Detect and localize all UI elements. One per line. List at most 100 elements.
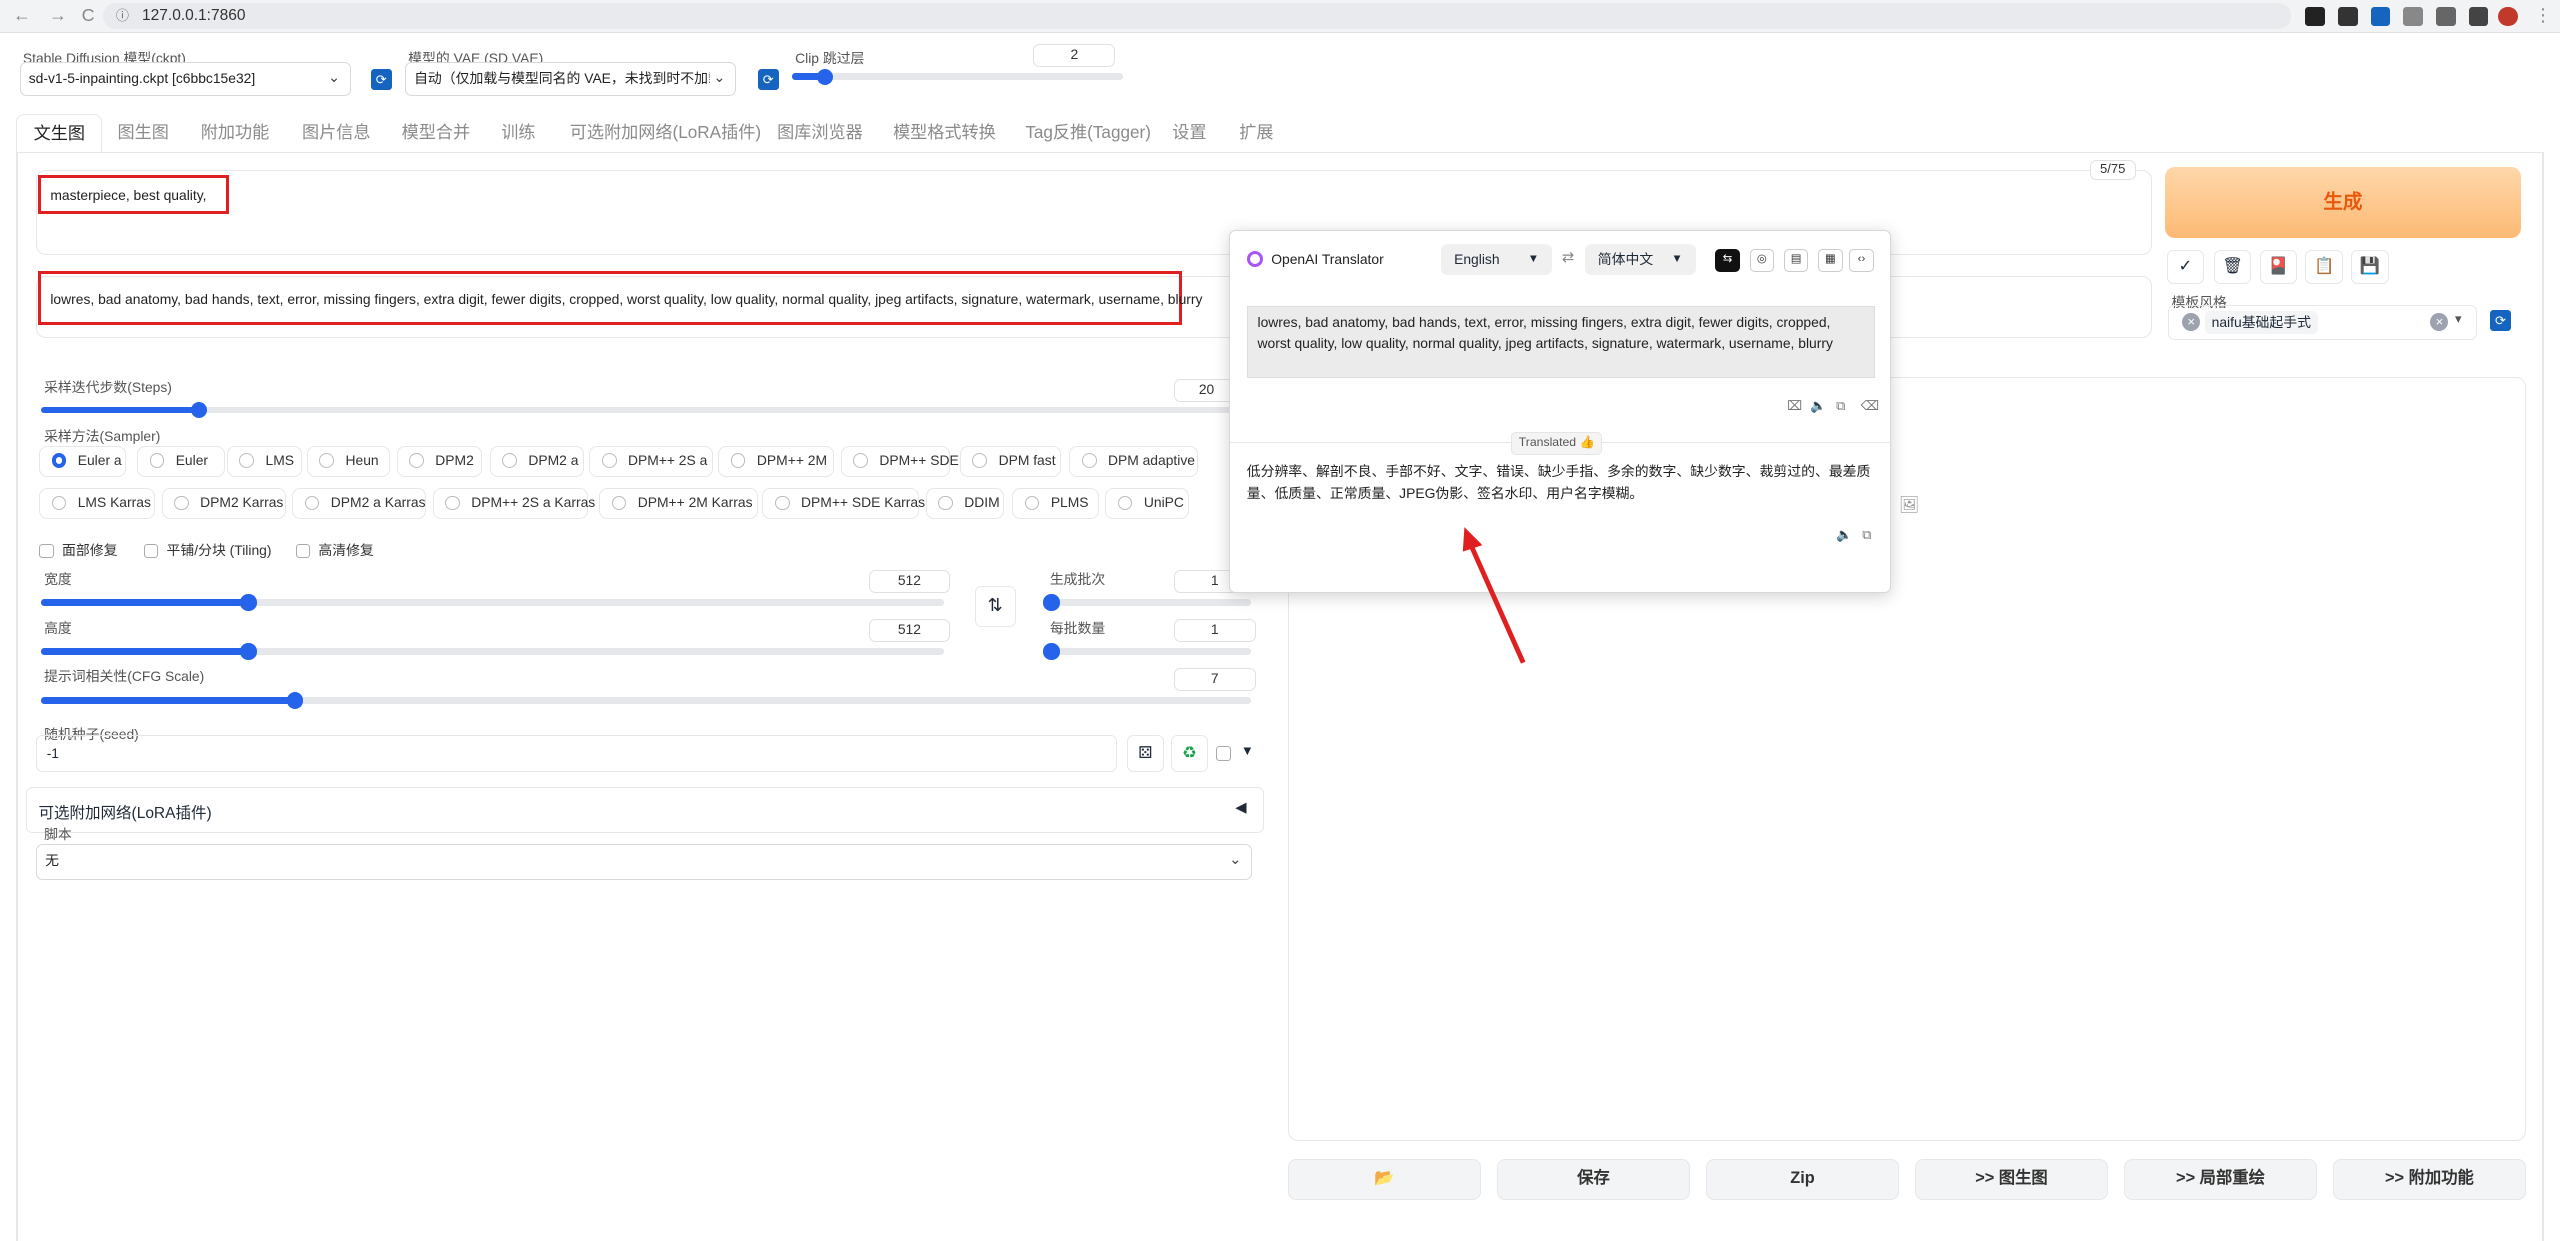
batch-size-value[interactable]: 1 (1173, 618, 1256, 642)
swap-language-icon[interactable]: ⇄ (1562, 249, 1574, 266)
checkbox-box[interactable] (143, 543, 159, 559)
vae-select[interactable]: 自动（仅加载与模型同名的 VAE，未找到时不加载） ⌄ (404, 62, 737, 97)
sampler-option[interactable]: Euler (137, 445, 226, 477)
checkbox-box[interactable] (295, 543, 311, 559)
tab-lora[interactable]: 可选附加网络(LoRA插件) (570, 114, 761, 152)
extension-icon[interactable] (2370, 6, 2391, 27)
script-select[interactable]: 无 ⌄ (35, 844, 1253, 880)
summarize-mode-icon[interactable]: ▤ (1783, 249, 1809, 272)
remove-icon[interactable]: × (2182, 312, 2201, 331)
analyze-mode-icon[interactable]: ▦ (1818, 249, 1843, 272)
batch-size-knob[interactable] (1043, 643, 1060, 660)
address-bar[interactable]: ⓘ 127.0.0.1:7860 (102, 3, 2291, 30)
tiling-checkbox[interactable]: 平铺/分块 (Tiling) (143, 542, 272, 560)
cfg-slider[interactable] (40, 692, 1251, 709)
sampler-option[interactable]: DPM fast (960, 445, 1062, 477)
tab-txt2img[interactable]: 文生图 (16, 114, 103, 152)
sampler-option[interactable]: DPM2 a Karras (292, 488, 427, 520)
generate-button[interactable]: 生成 (2164, 166, 2521, 239)
clear-icon[interactable]: × (2430, 312, 2449, 331)
sampler-option[interactable]: DPM++ 2S a Karras (432, 488, 595, 520)
send-to-extras-button[interactable]: >> 附加功能 (2333, 1159, 2526, 1201)
steps-slider-knob[interactable] (190, 401, 208, 418)
tab-gallery-browser[interactable]: 图库浏览器 (777, 114, 863, 152)
tab-extras[interactable]: 附加功能 (201, 114, 270, 152)
menu-list-icon[interactable] (2435, 6, 2456, 27)
refresh-icon[interactable]: ⟳ (370, 68, 392, 90)
tab-train[interactable]: 训练 (501, 114, 535, 152)
back-icon[interactable]: ← (13, 5, 31, 26)
tab-tagger[interactable]: Tag反推(Tagger) (1025, 114, 1151, 152)
extension-icon[interactable] (2305, 6, 2325, 27)
model-select[interactable]: sd-v1-5-inpainting.ckpt [c6bbc15e32] ⌄ (19, 62, 352, 97)
triangle-down-icon[interactable]: ▼ (1241, 743, 1254, 758)
sampler-option[interactable]: Heun (306, 445, 391, 477)
sampler-option[interactable]: DDIM (925, 488, 1005, 520)
refresh-icon[interactable]: ⟳ (2489, 310, 2512, 332)
batch-size-slider[interactable] (1043, 643, 1251, 660)
ocr-icon[interactable]: ⌧ (1787, 398, 1802, 414)
puzzle-icon[interactable] (2403, 6, 2423, 27)
save-button[interactable]: 保存 (1497, 1159, 1690, 1201)
clipboard-icon[interactable]: 📋 (2305, 249, 2343, 285)
dice-icon[interactable]: ⚄ (1126, 734, 1165, 773)
height-value[interactable]: 512 (868, 618, 951, 642)
width-slider[interactable] (40, 594, 944, 611)
checkbox-box[interactable] (39, 543, 54, 559)
hires-fix-checkbox[interactable]: 高清修复 (295, 542, 374, 560)
recycle-icon[interactable]: ♻ (1170, 734, 1209, 773)
sampler-option[interactable]: DPM adaptive (1069, 445, 1199, 477)
extra-seed-checkbox[interactable] (1216, 746, 1232, 761)
height-slider[interactable] (40, 643, 944, 660)
translate-mode-icon[interactable]: ⇆ (1715, 249, 1740, 272)
sampler-option[interactable]: DPM++ 2S a (589, 445, 714, 477)
sampler-option[interactable]: DPM2 a (489, 445, 585, 477)
width-slider-knob[interactable] (240, 594, 257, 611)
tab-extensions[interactable]: 扩展 (1239, 114, 1273, 152)
sampler-option[interactable]: UniPC (1105, 488, 1189, 520)
more-icon[interactable]: ⋮ (2534, 5, 2552, 26)
positive-prompt-text[interactable]: masterpiece, best quality, (37, 174, 229, 214)
send-to-img2img-button[interactable]: >> 图生图 (1915, 1159, 2108, 1201)
source-text-area[interactable]: lowres, bad anatomy, bad hands, text, er… (1246, 306, 1876, 379)
card-icon[interactable]: 🎴 (2259, 249, 2298, 285)
tab-checkpoint-merger[interactable]: 模型合并 (402, 114, 471, 152)
tab-img2img[interactable]: 图生图 (118, 114, 169, 152)
sampler-option[interactable]: DPM2 Karras (161, 488, 286, 520)
tab-png-info[interactable]: 图片信息 (302, 114, 371, 152)
sampler-option[interactable]: PLMS (1012, 488, 1099, 520)
clip-slider-knob[interactable] (816, 68, 834, 85)
clip-value[interactable]: 2 (1033, 44, 1116, 67)
reload-icon[interactable]: C (82, 5, 95, 26)
sidepanel-icon[interactable] (2468, 6, 2489, 27)
polish-mode-icon[interactable]: ◎ (1749, 249, 1775, 272)
target-language-select[interactable]: 简体中文 ▼ (1584, 244, 1696, 276)
sampler-option[interactable]: DPM++ 2M Karras (599, 488, 758, 520)
speaker-icon[interactable]: 🔈 (1810, 398, 1826, 414)
info-icon[interactable]: ⓘ (116, 3, 129, 29)
tab-model-converter[interactable]: 模型格式转换 (893, 114, 996, 152)
batch-count-knob[interactable] (1043, 594, 1060, 611)
cfg-value[interactable]: 7 (1173, 667, 1256, 691)
sampler-option[interactable]: DPM2 (396, 445, 482, 477)
refresh-icon[interactable]: ⟳ (757, 68, 779, 90)
lora-accordion[interactable]: 可选附加网络(LoRA插件) ◀ (26, 786, 1264, 833)
sampler-option[interactable]: DPM++ SDE Karras (762, 488, 925, 520)
copy-icon[interactable]: ⧉ (1862, 527, 1871, 543)
clip-slider[interactable] (791, 68, 1124, 85)
code-mode-icon[interactable]: ‹› (1849, 249, 1874, 272)
speaker-icon[interactable]: 🔈 (1836, 527, 1852, 543)
height-slider-knob[interactable] (240, 643, 257, 660)
style-select[interactable]: × naifu基础起手式 × ▾ (2168, 305, 2477, 340)
steps-slider[interactable] (40, 401, 1258, 418)
trash-icon[interactable]: 🗑 (2213, 249, 2252, 285)
save-icon[interactable]: 💾 (2351, 249, 2389, 285)
copy-icon[interactable]: ⧉ (1836, 398, 1845, 414)
send-to-inpaint-button[interactable]: >> 局部重绘 (2124, 1159, 2317, 1201)
seed-input[interactable]: -1 (35, 734, 1117, 773)
face-restore-checkbox[interactable]: 面部修复 (39, 542, 117, 560)
sampler-option[interactable]: DPM++ SDE (840, 445, 959, 477)
sampler-option[interactable]: LMS (226, 445, 303, 477)
source-language-select[interactable]: English ▼ (1441, 244, 1553, 276)
swap-dimensions-icon[interactable]: ⇅ (974, 586, 1016, 627)
